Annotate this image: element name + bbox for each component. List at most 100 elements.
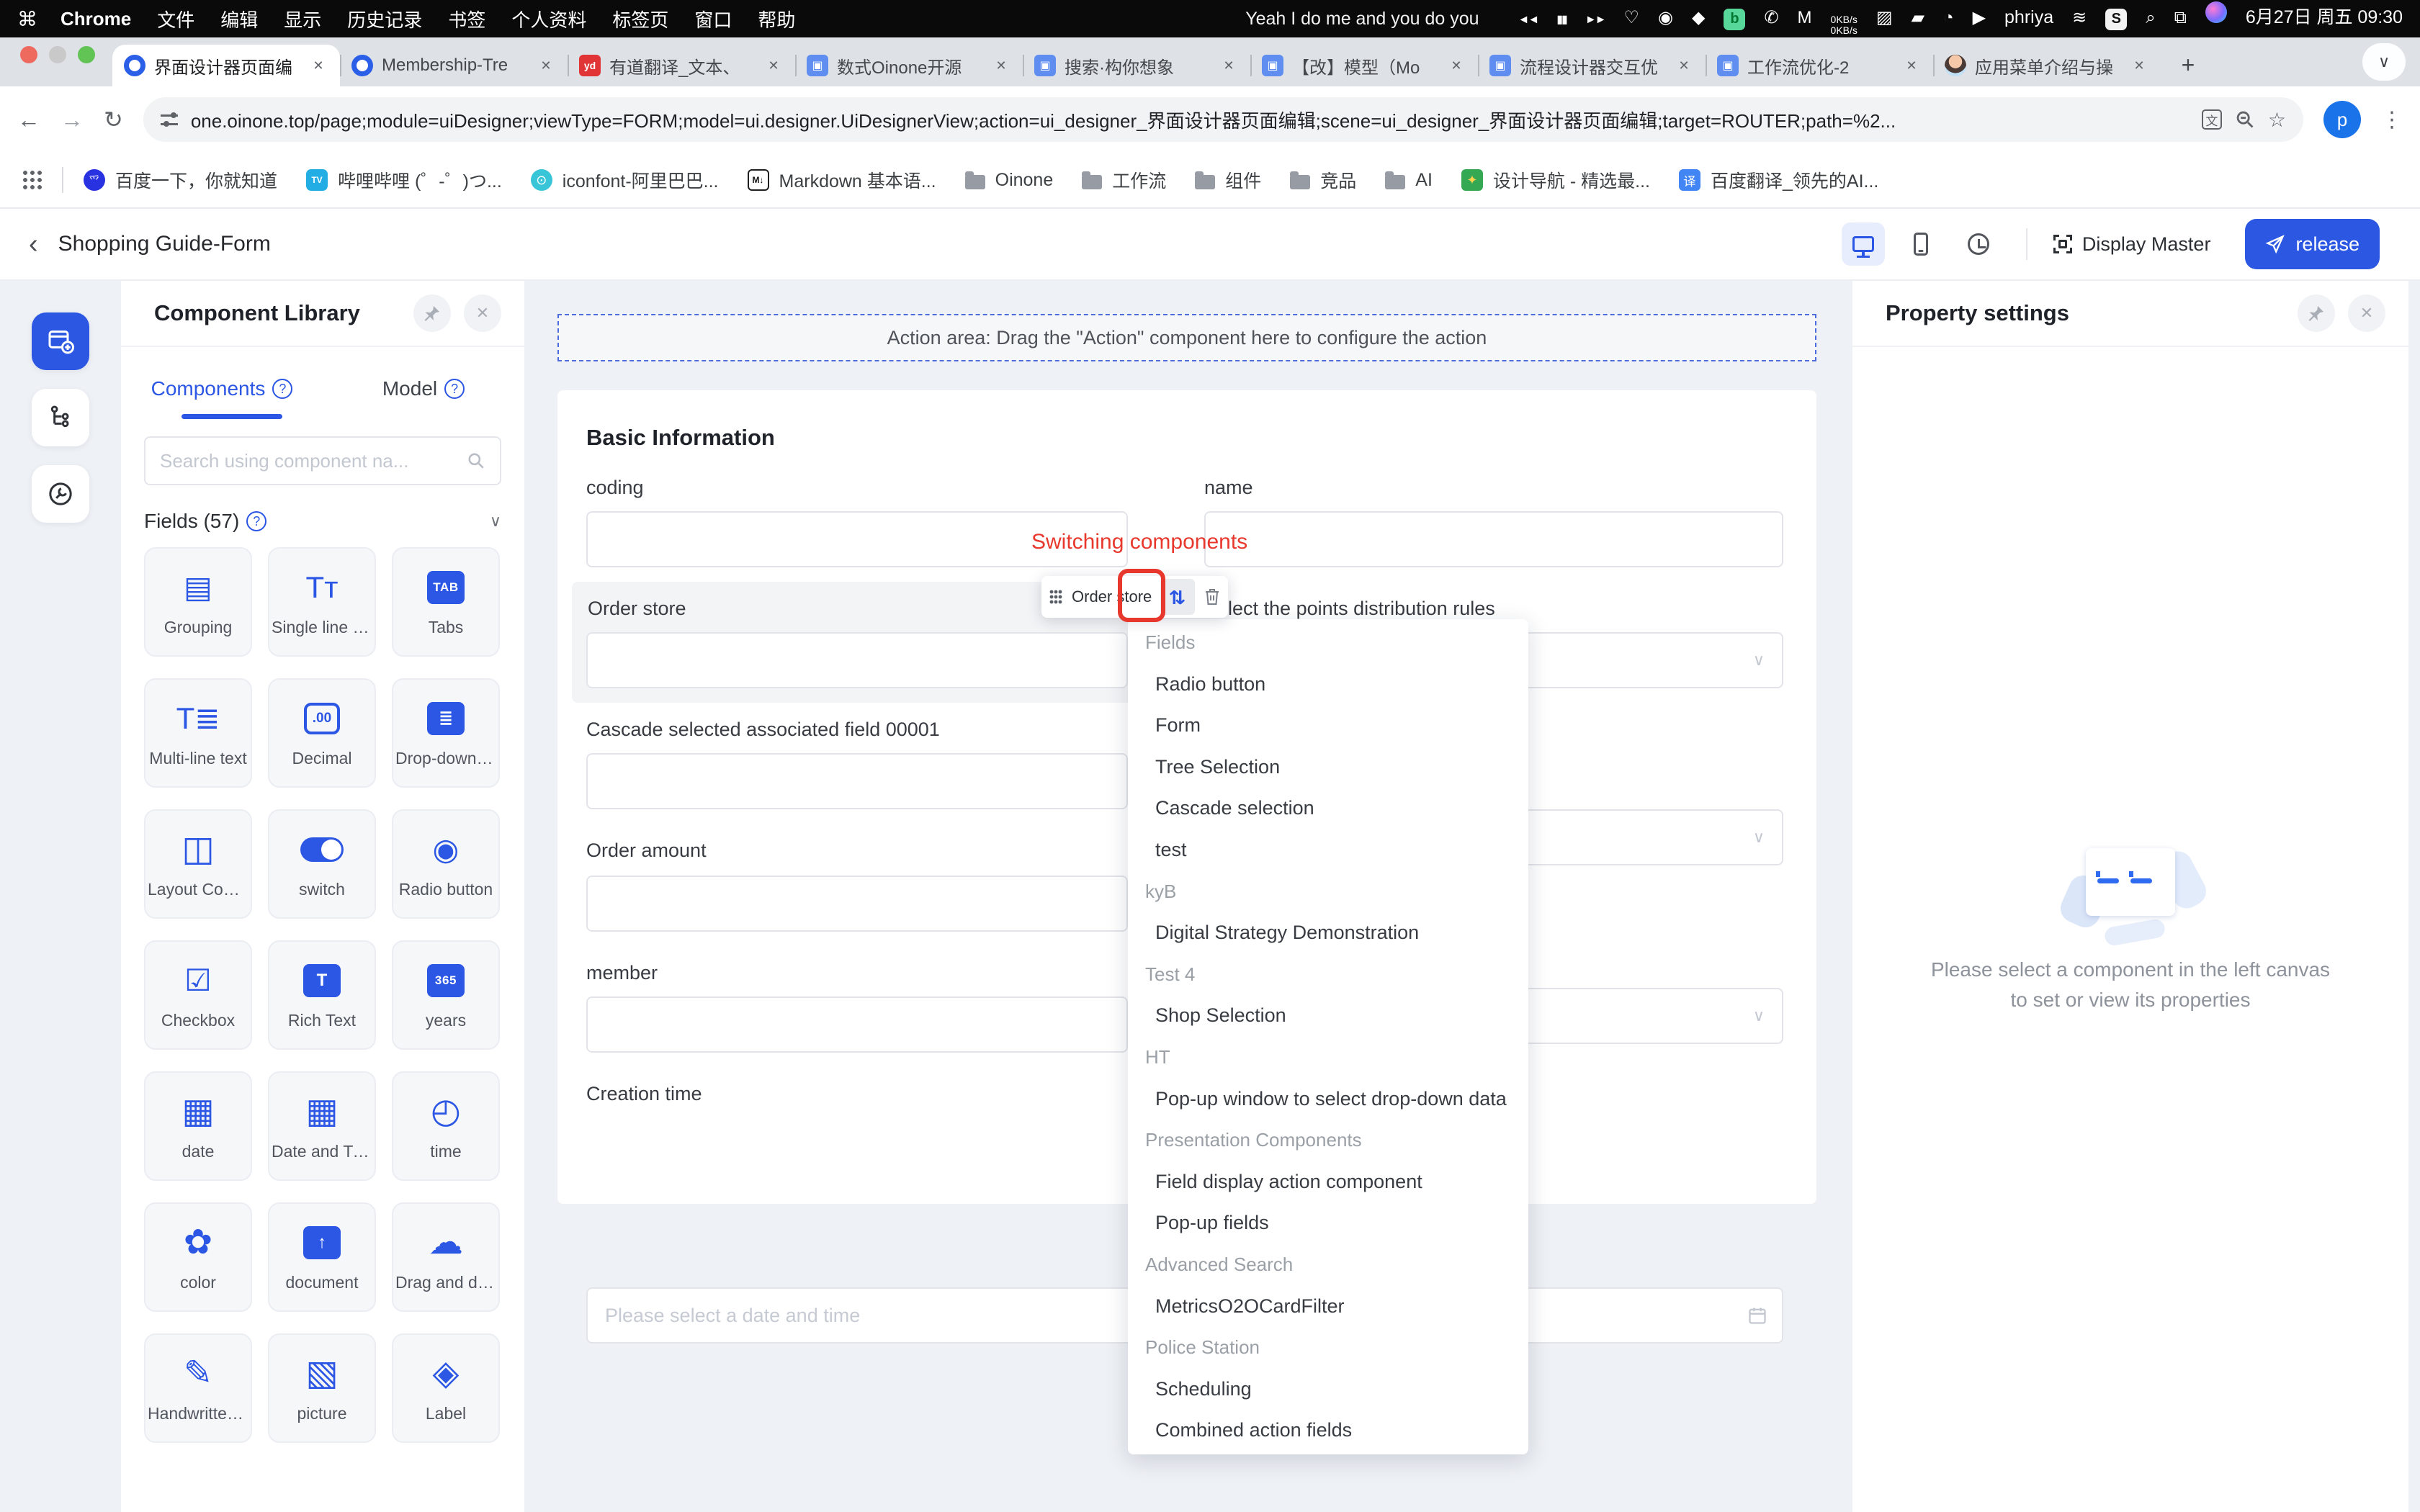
bookmark-item[interactable]: 工作流 <box>1082 167 1166 193</box>
browser-tab[interactable]: ▣ 工作流优化-2 <box>1706 45 1933 86</box>
component-item[interactable]: ☁ Drag and drop... <box>392 1202 500 1312</box>
component-item[interactable]: ◉ Radio button <box>392 809 500 919</box>
properties-close-icon[interactable] <box>2348 294 2385 332</box>
tab-close-icon[interactable] <box>1674 55 1694 76</box>
action-drop-area[interactable]: Action area: Drag the "Action" component… <box>557 314 1816 361</box>
browser-tab[interactable]: Membership-Tre <box>340 45 568 86</box>
component-item[interactable]: ▦ date <box>144 1071 252 1181</box>
browser-tab[interactable]: 界面设计器页面编 <box>112 45 340 86</box>
component-item[interactable]: TAB Tabs <box>392 547 500 657</box>
pin-icon[interactable] <box>2298 294 2335 332</box>
user-name[interactable]: phriya <box>2004 7 2053 28</box>
menu-item[interactable]: 历史记录 <box>347 9 422 31</box>
window-zoom-button[interactable] <box>78 46 95 63</box>
bookmark-item[interactable]: M↓ Markdown 基本语... <box>748 167 936 193</box>
tab-close-icon[interactable] <box>308 55 328 76</box>
fields-section-header[interactable]: Fields (57) <box>144 510 501 533</box>
bookmark-item[interactable]: 组件 <box>1195 167 1261 193</box>
dropdown-option[interactable]: Cascade selection <box>1128 788 1528 829</box>
component-item[interactable]: ↑ document <box>268 1202 376 1312</box>
order-amount-input[interactable] <box>586 876 1128 932</box>
apps-grid-icon[interactable] <box>23 171 42 189</box>
tab-close-icon[interactable] <box>763 55 784 76</box>
zoom-minus-icon[interactable] <box>2235 109 2255 130</box>
tab-close-icon[interactable] <box>2129 55 2149 76</box>
bookmark-item[interactable]: 译 百度翻译_领先的AI... <box>1679 167 1878 193</box>
tab-close-icon[interactable] <box>1219 55 1239 76</box>
trash-icon[interactable] <box>1204 588 1221 606</box>
tab-overflow-chevron-icon[interactable] <box>2362 43 2406 81</box>
dropdown-option[interactable]: Pop-up fields <box>1128 1202 1528 1244</box>
history-button[interactable] <box>1957 222 2000 266</box>
bookmark-item[interactable]: TV 哔哩哔哩 (゜-゜)つ... <box>306 167 502 193</box>
mail-m-icon[interactable]: M <box>1798 8 1812 28</box>
back-chevron-icon[interactable] <box>29 229 38 260</box>
component-item[interactable]: ◫ Layout Contai... <box>144 809 252 919</box>
drag-handle-icon[interactable] <box>1049 589 1063 605</box>
bookmark-item[interactable]: AI <box>1385 170 1433 191</box>
site-settings-icon[interactable] <box>161 112 178 127</box>
spotlight-search-icon[interactable]: ⌕ <box>2146 8 2155 28</box>
component-item[interactable]: 365 years <box>392 940 500 1050</box>
component-item[interactable]: ▧ picture <box>268 1333 376 1443</box>
siri-icon[interactable] <box>2205 1 2227 23</box>
accessibility-icon[interactable]: ◔ <box>1943 8 1954 28</box>
apple-menu-icon[interactable]: ⌘ <box>17 7 37 31</box>
battery-icon[interactable]: ▰ <box>1912 7 1924 28</box>
cascade-input[interactable] <box>586 753 1128 809</box>
component-item[interactable]: ✿ color <box>144 1202 252 1312</box>
dropdown-option[interactable]: test <box>1128 829 1528 871</box>
tab-close-icon[interactable] <box>1901 55 1922 76</box>
dropdown-option[interactable]: Combined action fields <box>1128 1410 1528 1452</box>
control-center-icon[interactable]: ⧉ <box>2174 8 2187 28</box>
browser-tab[interactable]: yd 有道翻译_文本、 <box>568 45 795 86</box>
component-search[interactable] <box>144 436 501 485</box>
play-circle-icon[interactable]: ▶ <box>1973 7 1986 28</box>
search-input[interactable] <box>160 450 467 472</box>
wifi-icon[interactable]: ≋ <box>2072 7 2087 28</box>
component-item[interactable]: Tᴛ Single line text <box>268 547 376 657</box>
heart-icon[interactable]: ♡ <box>1624 7 1640 28</box>
browser-tab[interactable]: ▣ 【改】模型（Mo <box>1250 45 1478 86</box>
media-next-icon[interactable]: ►► <box>1585 14 1605 27</box>
dropdown-option[interactable]: Form <box>1128 705 1528 747</box>
bookmark-item[interactable]: Oinone <box>965 170 1054 191</box>
rail-settings-button[interactable] <box>32 465 89 523</box>
menu-item[interactable]: 显示 <box>284 9 321 31</box>
s-app-icon[interactable]: S <box>2105 9 2127 30</box>
reload-icon[interactable] <box>104 106 123 133</box>
dropdown-option[interactable]: Pop-up window to select drop-down data <box>1128 1079 1528 1120</box>
device-mobile-button[interactable] <box>1899 222 1942 266</box>
component-item[interactable]: switch <box>268 809 376 919</box>
menu-item[interactable]: 帮助 <box>758 9 795 31</box>
new-tab-button[interactable] <box>2169 46 2207 84</box>
bookmark-item[interactable]: 爫 百度一下，你就知道 <box>84 167 277 193</box>
bookmark-star-icon[interactable] <box>2268 108 2286 132</box>
browser-b-app-icon[interactable]: b <box>1724 9 1745 30</box>
name-input[interactable] <box>1204 511 1783 567</box>
menu-item[interactable]: 书签 <box>448 9 485 31</box>
back-icon[interactable] <box>17 107 40 133</box>
dropdown-option[interactable]: Scheduling <box>1128 1369 1528 1410</box>
tab-close-icon[interactable] <box>1446 55 1466 76</box>
tab-close-icon[interactable] <box>536 55 556 76</box>
pin-icon[interactable] <box>413 294 451 332</box>
forward-icon[interactable] <box>60 107 84 133</box>
component-item[interactable]: ◈ Label <box>392 1333 500 1443</box>
display-master-button[interactable]: Display Master <box>2053 233 2211 256</box>
media-previous-icon[interactable]: ◄◄ <box>1518 14 1538 27</box>
browser-tab[interactable]: ▣ 搜索·构你想象 <box>1023 45 1250 86</box>
menu-item[interactable]: 窗口 <box>694 9 732 31</box>
help-question-icon[interactable] <box>272 379 292 399</box>
component-item[interactable]: T Rich Text <box>268 940 376 1050</box>
dropdown-option[interactable]: MetricsO2OCardFilter <box>1128 1286 1528 1328</box>
bookmark-item[interactable]: 竞品 <box>1290 167 1356 193</box>
component-item[interactable]: ▦ Date and Time <box>268 1071 376 1181</box>
dropdown-option[interactable]: Field display action component <box>1128 1161 1528 1203</box>
tab-model[interactable]: Model <box>323 347 524 431</box>
browser-menu-icon[interactable] <box>2381 107 2403 132</box>
dropdown-option[interactable]: Digital Strategy Demonstration <box>1128 912 1528 954</box>
component-item[interactable]: ☑ Checkbox <box>144 940 252 1050</box>
menu-item[interactable]: 标签页 <box>612 9 668 31</box>
component-item[interactable]: ◴ time <box>392 1071 500 1181</box>
